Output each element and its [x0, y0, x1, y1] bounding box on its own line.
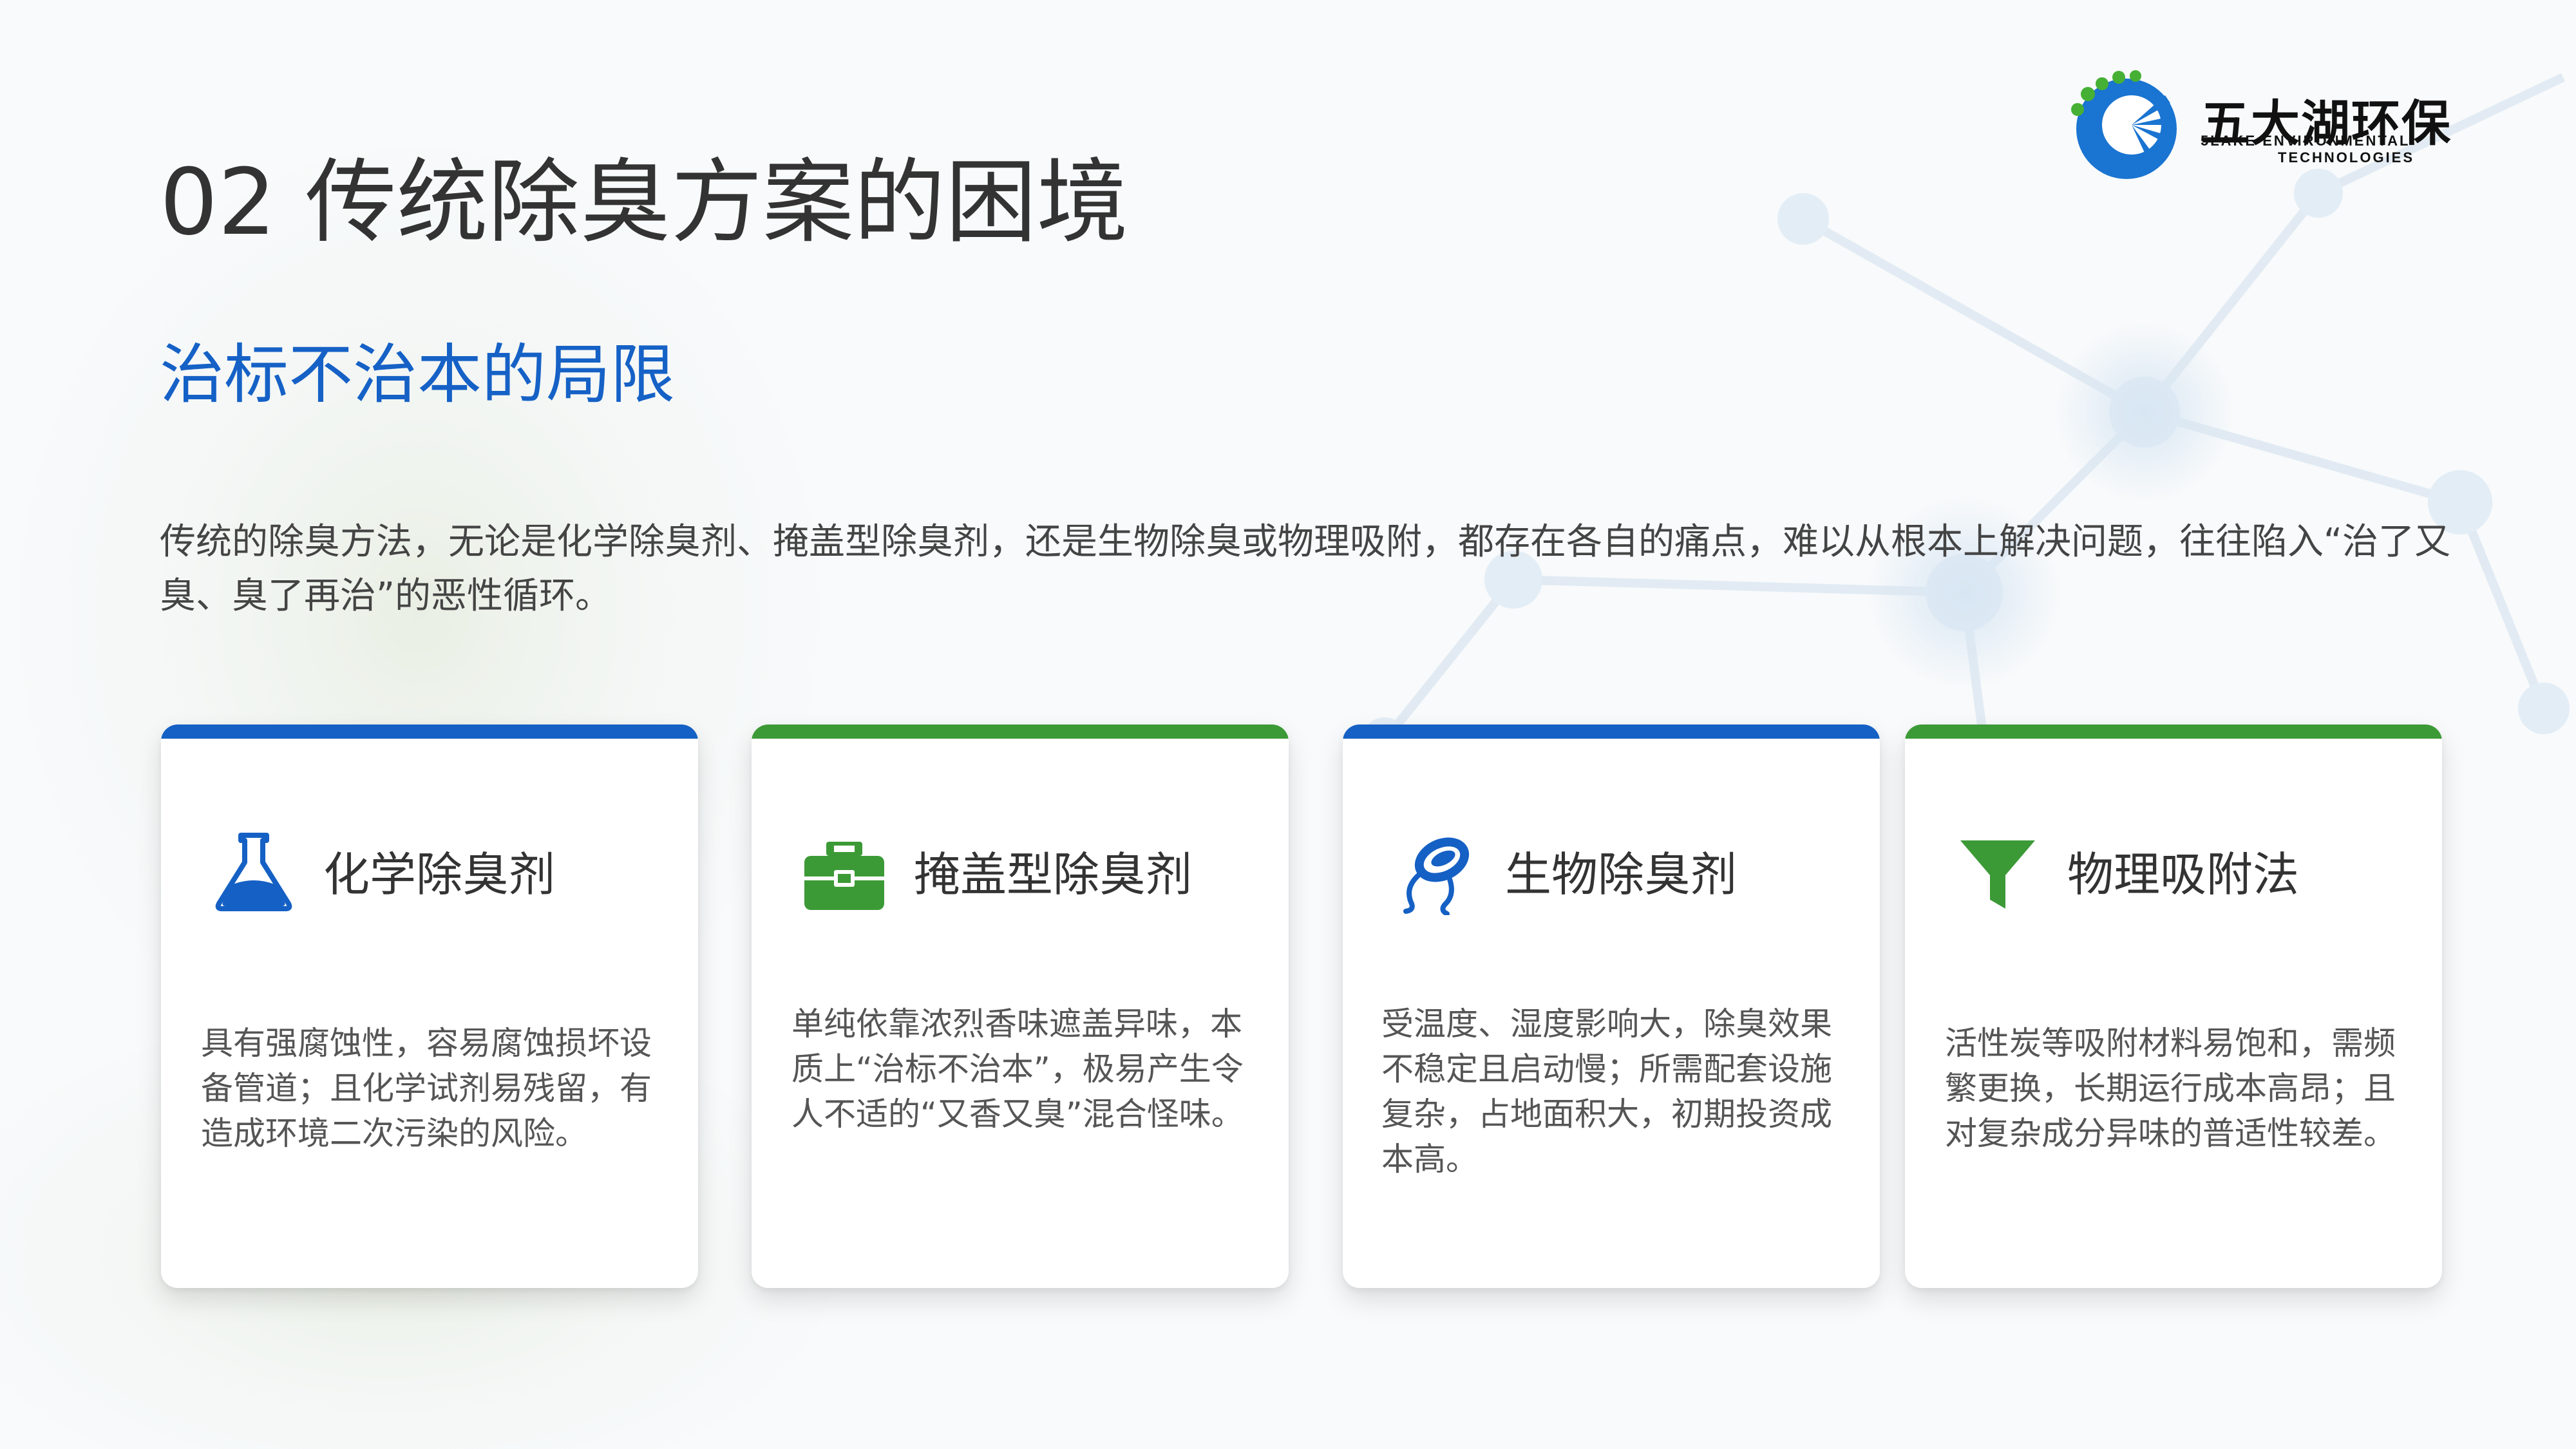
card-title: 物理吸附法	[2067, 848, 2300, 902]
logo-emblem-icon	[2071, 70, 2177, 179]
logo-english-name-line2: TECHNOLOGIES	[2278, 149, 2415, 166]
card-biological-deodorant: 生物除臭剂 受温度、湿度影响大，除臭效果不稳定且启动慢；所需配套设施复杂，占地面…	[1343, 724, 1880, 1288]
bacteria-icon	[1392, 828, 1479, 916]
medical-kit-icon	[800, 828, 888, 915]
card-title: 生物除臭剂	[1505, 848, 1738, 902]
card-description: 受温度、湿度影响大，除臭效果不稳定且启动慢；所需配套设施复杂，占地面积大，初期投…	[1381, 1005, 1832, 1178]
card-title: 化学除臭剂	[323, 848, 556, 902]
funnel-icon	[1954, 828, 2041, 915]
card-accent-bar	[752, 724, 1289, 739]
card-chemical-deodorant: 化学除臭剂 具有强腐蚀性，容易腐蚀损坏设备管道；且化学试剂易残留，有造成环境二次…	[161, 724, 698, 1288]
card-description: 单纯依靠浓烈香味遮盖异味，本质上“治标不治本”，极易产生令人不适的“又香又臭”混…	[791, 1005, 1244, 1133]
card-accent-bar	[1905, 724, 2442, 739]
intro-paragraph: 传统的除臭方法，无论是化学除臭剂、掩盖型除臭剂，还是生物除臭或物理吸附，都存在各…	[160, 521, 2451, 617]
card-accent-bar	[161, 724, 698, 739]
card-accent-bar	[1343, 724, 1880, 739]
company-logo: 五大湖环保 5LAKE ENVIRONMENTAL TECHNOLOGIES	[2069, 70, 2455, 185]
section-subtitle: 治标不治本的局限	[160, 337, 675, 412]
card-masking-deodorant: 掩盖型除臭剂 单纯依靠浓烈香味遮盖异味，本质上“治标不治本”，极易产生令人不适的…	[752, 724, 1289, 1288]
card-physical-adsorption: 物理吸附法 活性炭等吸附材料易饱和，需频繁更换，长期运行成本高昂；且对复杂成分异…	[1905, 724, 2442, 1288]
card-description: 活性炭等吸附材料易饱和，需频繁更换，长期运行成本高昂；且对复杂成分异味的普适性较…	[1945, 1025, 2396, 1152]
logo-english-name-line1: 5LAKE ENVIRONMENTAL	[2201, 133, 2410, 149]
flask-icon	[210, 828, 298, 915]
card-title: 掩盖型除臭剂	[914, 848, 1193, 902]
card-description: 具有强腐蚀性，容易腐蚀损坏设备管道；且化学试剂易残留，有造成环境二次污染的风险。	[201, 1025, 652, 1152]
page-title: 02 传统除臭方案的困境	[160, 149, 1128, 256]
